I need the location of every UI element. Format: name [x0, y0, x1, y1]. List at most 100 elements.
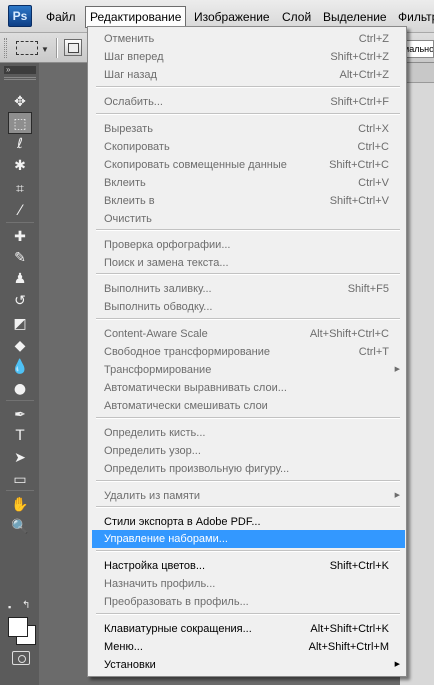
rectangular-marquee-tool-icon[interactable]: ⬚: [8, 112, 32, 134]
eyedropper-tool-icon[interactable]: ⁄: [8, 200, 32, 222]
edit-menu-item[interactable]: Настройка цветов... Shift+Ctrl+K: [88, 557, 406, 575]
edit-menu-item[interactable]: Content-Aware Scale Alt+Shift+Ctrl+C: [88, 325, 406, 343]
menu-item-shortcut: Alt+Shift+Ctrl+M: [308, 641, 389, 653]
options-bar-grip[interactable]: [4, 38, 7, 58]
menu-item-shortcut: Shift+Ctrl+K: [329, 560, 389, 572]
crop-tool-icon[interactable]: ⌗: [8, 178, 32, 200]
magic-wand-tool-icon[interactable]: ✱: [8, 155, 32, 177]
edit-menu-item[interactable]: Управление наборами...: [92, 530, 405, 548]
edit-menu-item[interactable]: Автоматически смешивать слои: [88, 397, 406, 415]
zoom-tool-icon[interactable]: 🔍: [8, 516, 32, 538]
edit-menu-item[interactable]: Выполнить обводку...: [88, 298, 406, 316]
edit-menu-item[interactable]: Установки ▶: [88, 656, 406, 674]
edit-menu-item[interactable]: Трансформирование ▶: [88, 361, 406, 379]
edit-menu-item[interactable]: Меню... Alt+Shift+Ctrl+M: [88, 638, 406, 656]
edit-menu-item[interactable]: Очистить: [88, 210, 406, 228]
edit-menu-item[interactable]: Клавиатурные сокращения... Alt+Shift+Ctrl…: [88, 620, 406, 638]
edit-menu-item[interactable]: Вклеить в Shift+Ctrl+V: [88, 192, 406, 210]
menu-separator: [96, 318, 400, 320]
menu-item-label: Автоматически выравнивать слои...: [104, 382, 287, 394]
menu-item-label: Вырезать: [104, 123, 153, 135]
dodge-tool-icon[interactable]: ●: [8, 378, 32, 400]
edit-menu-item[interactable]: Вклеить Ctrl+V: [88, 174, 406, 192]
menu-item-label: Поиск и замена текста...: [104, 257, 229, 269]
menu-item-shortcut: Ctrl+X: [358, 123, 389, 135]
quick-mask-icon[interactable]: [12, 651, 30, 665]
edit-menu-item[interactable]: Ослабить... Shift+Ctrl+F: [88, 93, 406, 111]
menu-file[interactable]: Файл: [42, 7, 80, 27]
edit-menu-item[interactable]: Стили экспорта в Adobe PDF...: [88, 513, 406, 531]
swap-colors-icon[interactable]: ↰: [22, 601, 30, 611]
edit-menu-dropdown: Отменить Ctrl+Z Шаг вперед Shift+Ctrl+Z Шаг …: [87, 26, 407, 677]
menu-item-label: Определить произвольную фигуру...: [104, 463, 290, 475]
edit-menu-item[interactable]: Преобразовать в профиль...: [88, 593, 406, 611]
menu-item-label: Очистить: [104, 213, 152, 225]
edit-menu-item[interactable]: Скопировать Ctrl+C: [88, 138, 406, 156]
menu-item-label: Отменить: [104, 33, 155, 45]
menu-separator: [96, 550, 400, 552]
edit-menu-item[interactable]: Проверка орфографии...: [88, 236, 406, 254]
foreground-color-swatch[interactable]: [8, 617, 28, 637]
shape-tool-icon[interactable]: ▭: [8, 469, 32, 491]
menu-item-shortcut: Alt+Ctrl+Z: [339, 69, 389, 81]
menu-item-label: Шаг назад: [104, 69, 157, 81]
menu-separator: [96, 480, 400, 482]
hand-tool-icon[interactable]: ✋: [8, 494, 32, 516]
menu-item-shortcut: Shift+Ctrl+C: [329, 159, 389, 171]
tools-grip[interactable]: [4, 77, 36, 80]
menu-filter[interactable]: Фильтр: [394, 7, 434, 27]
menu-item-label: Вклеить: [104, 177, 146, 189]
menu-item-label: Проверка орфографии...: [104, 239, 231, 251]
menu-item-shortcut: Shift+F5: [347, 283, 389, 295]
menu-edit[interactable]: Редактирование: [85, 6, 187, 28]
brush-tool-icon[interactable]: ✎: [8, 247, 32, 269]
edit-menu-item[interactable]: Поиск и замена текста...: [88, 254, 406, 272]
edit-menu-item[interactable]: Шаг назад Alt+Ctrl+Z: [88, 66, 406, 84]
history-brush-tool-icon[interactable]: ↺: [8, 290, 32, 312]
lasso-tool-icon[interactable]: ℓ: [8, 133, 32, 155]
photoshop-logo[interactable]: Ps: [8, 5, 32, 27]
tools-panel: » ✥ ⬚ ℓ ✱ ⌗ ⁄ ✚ ✎ ♟ ↺ ◩ ◆ 💧 ● ✒ T ➤ ▭ ✋ 🔍 ▪ ↰: [0, 63, 39, 685]
tools-separator: [6, 400, 34, 401]
edit-menu-item[interactable]: Скопировать совмещенные данные Shift+Ctrl…: [88, 156, 406, 174]
menu-select[interactable]: Выделение: [319, 7, 391, 27]
menu-item-label: Преобразовать в профиль...: [104, 596, 249, 608]
pen-tool-icon[interactable]: ✒: [8, 404, 32, 426]
edit-menu-item[interactable]: Шаг вперед Shift+Ctrl+Z: [88, 48, 406, 66]
edit-menu-item[interactable]: Определить узор...: [88, 442, 406, 460]
menu-item-label: Установки: [104, 659, 156, 671]
menu-image[interactable]: Изображение: [190, 7, 274, 27]
edit-menu-item[interactable]: Автоматически выравнивать слои...: [88, 379, 406, 397]
menu-separator: [96, 229, 400, 231]
menu-item-label: Скопировать: [104, 141, 170, 153]
menu-item-label: Управление наборами...: [104, 533, 228, 545]
edit-menu-item[interactable]: Выполнить заливку... Shift+F5: [88, 280, 406, 298]
menu-layer[interactable]: Слой: [278, 7, 315, 27]
path-selection-tool-icon[interactable]: ➤: [8, 447, 32, 469]
tools-collapse-icon[interactable]: »: [4, 66, 36, 74]
clone-stamp-tool-icon[interactable]: ♟: [8, 268, 32, 290]
menu-item-label: Назначить профиль...: [104, 578, 216, 590]
menu-item-shortcut: Shift+Ctrl+Z: [330, 51, 389, 63]
move-tool-icon[interactable]: ✥: [8, 91, 32, 113]
edit-menu-item[interactable]: Отменить Ctrl+Z: [88, 30, 406, 48]
tools-separator: [6, 222, 34, 223]
paint-bucket-tool-icon[interactable]: ◆: [8, 335, 32, 357]
new-selection-button[interactable]: [64, 39, 82, 56]
preset-dropdown-caret-icon[interactable]: ▼: [41, 45, 49, 54]
edit-menu-item[interactable]: Вырезать Ctrl+X: [88, 120, 406, 138]
blur-tool-icon[interactable]: 💧: [8, 356, 32, 378]
menu-separator: [96, 613, 400, 615]
edit-menu-item[interactable]: Определить кисть...: [88, 424, 406, 442]
edit-menu-item[interactable]: Удалить из памяти ▶: [88, 487, 406, 505]
default-colors-icon[interactable]: ▪: [8, 603, 17, 612]
edit-menu-item[interactable]: Определить произвольную фигуру...: [88, 460, 406, 478]
menu-item-shortcut: Shift+Ctrl+V: [329, 195, 389, 207]
eraser-tool-icon[interactable]: ◩: [8, 313, 32, 335]
menu-item-shortcut: Ctrl+C: [357, 141, 389, 153]
edit-menu-item[interactable]: Назначить профиль...: [88, 575, 406, 593]
marquee-preset-icon[interactable]: [16, 41, 38, 55]
healing-brush-tool-icon[interactable]: ✚: [8, 226, 32, 248]
edit-menu-item[interactable]: Свободное трансформирование Ctrl+T: [88, 343, 406, 361]
type-tool-icon[interactable]: T: [8, 425, 32, 447]
